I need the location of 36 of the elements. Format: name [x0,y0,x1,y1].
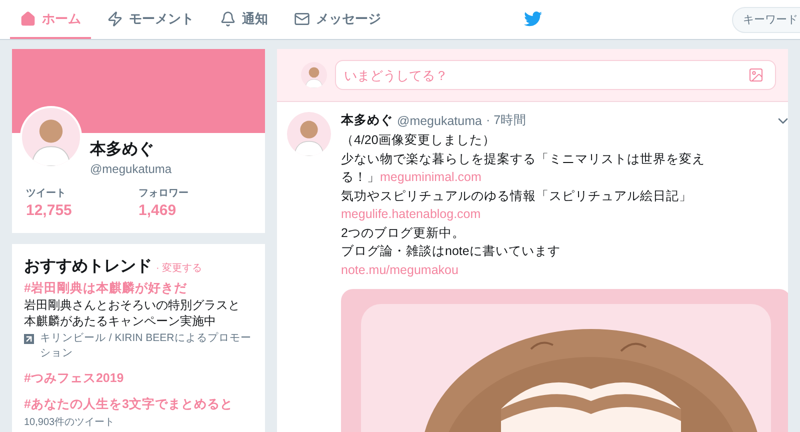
search-field[interactable]: キーワード [732,7,800,33]
change-link[interactable]: · 変更する [156,261,202,275]
lightning-icon [107,10,123,26]
stat-value[interactable]: 1,469 [138,202,251,219]
nav-tab[interactable]: 通知 [210,0,278,39]
promoted-arrow-icon [24,334,34,344]
tweet-text: （4/20画像変更しました） 少ない物で楽な暮らしを提案する「ミニマリストは世界を変える！」meguminimal.com 気功やスピリチュアルのゆる情報「スピリチュアル絵日記」 megulife.hatenablog.com 2つのブログ更新中。 ブログ論・雑談はnoteに書いています note.mu/megumakou [341,132,706,279]
profile-name[interactable]: 本多めぐ [90,139,172,160]
stat-label[interactable]: ツイート [26,186,138,200]
tweet-link[interactable]: note.mu/megumakou [341,262,458,276]
trend-hashtag[interactable]: #つみフェス2019 [24,370,253,387]
envelope-icon [294,10,310,26]
tweet-author[interactable]: 本多めぐ [341,112,393,129]
nav-tab[interactable]: メッセージ [284,0,391,39]
stat-value[interactable]: 12,755 [26,202,138,219]
trend-hashtag[interactable]: #あなたの人生を3文字でまとめると [24,396,253,413]
bell-icon [220,10,236,26]
stat-label[interactable]: フォロワー [138,186,251,200]
nav-tab[interactable]: ホーム [10,0,91,39]
trend-description: 岩田剛典さんとおそろいの特別グラスと本麒麟があたるキャンペーン実施中 [24,297,241,329]
tweet-avatar[interactable] [287,112,331,156]
promoted-label: キリンビール / KIRIN BEERによるプロモーション [40,331,252,361]
tweet-link[interactable]: meguminimal.com [380,170,482,184]
bird-logo-icon[interactable] [524,11,542,27]
compose-field[interactable]: いまどうしてる？ [335,60,776,90]
nav-tab[interactable]: モーメント [97,0,204,39]
tweet-count: 10,903件のツイート [24,416,116,429]
profile-handle[interactable]: @megukatuma [90,162,172,176]
trend-hashtag[interactable]: #岩田剛典は本麒麟が好きだ [24,280,253,297]
image-icon[interactable] [748,67,764,83]
compose-avatar[interactable] [301,62,327,88]
tweet-link[interactable]: megulife.hatenablog.com [341,207,481,221]
tweet-handle[interactable]: @megukatuma [397,114,482,128]
trends-title: おすすめトレンド [24,257,152,277]
tweet-time[interactable]: · 7時間 [486,112,527,129]
home-icon [20,10,36,26]
